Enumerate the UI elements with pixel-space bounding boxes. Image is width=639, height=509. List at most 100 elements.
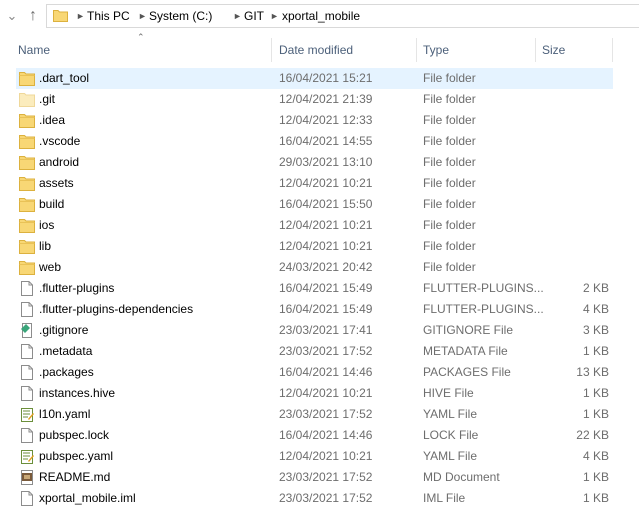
- folder-icon: [19, 156, 35, 170]
- file-date-modified: 16/04/2021 14:46: [279, 365, 373, 379]
- file-row[interactable]: lib 12/04/2021 10:21 File folder: [16, 236, 613, 257]
- file-type: PACKAGES File: [423, 365, 511, 379]
- file-row[interactable]: .flutter-plugins 16/04/2021 15:49 FLUTTER-…: [16, 278, 613, 299]
- file-row[interactable]: .git 12/04/2021 21:39 File folder: [16, 89, 613, 110]
- file-name: .vscode: [39, 134, 81, 148]
- file-size: 22 KB: [576, 428, 609, 442]
- file-type: FLUTTER-PLUGINS...: [423, 281, 543, 295]
- file-row[interactable]: assets 12/04/2021 10:21 File folder: [16, 173, 613, 194]
- file-type: File folder: [423, 176, 476, 190]
- md-file-icon: [21, 470, 33, 485]
- file-row[interactable]: instances.hive 12/04/2021 10:21 HIVE File 1…: [16, 383, 613, 404]
- file-icon: [21, 365, 33, 380]
- file-date-modified: 12/04/2021 12:33: [279, 113, 373, 127]
- file-name: assets: [39, 176, 74, 190]
- breadcrumb-this-pc[interactable]: This PC: [87, 5, 130, 27]
- file-name: .gitignore: [39, 323, 89, 337]
- file-size: 13 KB: [576, 365, 609, 379]
- file-row[interactable]: xportal_mobile.iml 23/03/2021 17:52 IML Fi…: [16, 488, 613, 509]
- breadcrumb-separator-icon[interactable]: ►: [138, 5, 147, 27]
- file-name: .dart_tool: [39, 71, 90, 85]
- file-name: .metadata: [39, 344, 93, 358]
- column-header-date[interactable]: Date modified: [279, 36, 353, 64]
- column-divider[interactable]: [271, 38, 272, 62]
- breadcrumb-separator-icon[interactable]: ►: [270, 5, 279, 27]
- file-type: GITIGNORE File: [423, 323, 514, 337]
- breadcrumb-git[interactable]: GIT: [244, 5, 264, 27]
- folder-icon: [19, 135, 35, 149]
- column-divider[interactable]: [612, 38, 613, 62]
- file-type: YAML File: [423, 449, 478, 463]
- column-header: ⌃ Name Date modified Type Size: [0, 32, 639, 64]
- up-arrow-icon[interactable]: ↑: [24, 7, 42, 25]
- file-name: android: [39, 155, 80, 169]
- file-icon: [21, 302, 33, 317]
- file-date-modified: 12/04/2021 21:39: [279, 92, 373, 106]
- file-size: 1 KB: [582, 344, 609, 358]
- file-row[interactable]: .metadata 23/03/2021 17:52 METADATA File 1 …: [16, 341, 613, 362]
- column-divider[interactable]: [535, 38, 536, 62]
- file-row[interactable]: README.md 23/03/2021 17:52 MD Document 1 KB: [16, 467, 613, 488]
- file-row[interactable]: .packages 16/04/2021 14:46 PACKAGES File 13…: [16, 362, 613, 383]
- file-type: File folder: [423, 92, 476, 106]
- file-type: HIVE File: [423, 386, 474, 400]
- column-header-type[interactable]: Type: [423, 36, 449, 64]
- gitignore-file-icon: [21, 323, 32, 338]
- file-size: 4 KB: [582, 449, 609, 463]
- file-row[interactable]: .flutter-plugins-dependencies 16/04/2021 …: [16, 299, 613, 320]
- file-size: 4 KB: [582, 302, 609, 316]
- file-size: [543, 131, 609, 152]
- file-row[interactable]: pubspec.lock 16/04/2021 14:46 LOCK File 22 …: [16, 425, 613, 446]
- address-bar-area: ⌄ ↑ ► This PC ► System (C:) ► GIT ► xpor…: [0, 0, 639, 32]
- file-type: FLUTTER-PLUGINS...: [423, 302, 543, 316]
- file-row[interactable]: android 29/03/2021 13:10 File folder: [16, 152, 613, 173]
- file-name: xportal_mobile.iml: [39, 491, 136, 505]
- column-header-name[interactable]: Name: [18, 36, 50, 64]
- breadcrumb-system-c[interactable]: System (C:): [149, 5, 212, 27]
- hidden-folder-icon: [19, 93, 35, 107]
- breadcrumb-separator-icon[interactable]: ►: [233, 5, 242, 27]
- file-date-modified: 23/03/2021 17:52: [279, 470, 373, 484]
- file-size: 1 KB: [582, 491, 609, 505]
- file-row[interactable]: l10n.yaml 23/03/2021 17:52 YAML File 1 KB: [16, 404, 613, 425]
- column-divider[interactable]: [416, 38, 417, 62]
- file-size: 1 KB: [582, 470, 609, 484]
- file-type: MD Document: [423, 470, 500, 484]
- file-size: [543, 236, 609, 257]
- breadcrumb-xportal-mobile[interactable]: xportal_mobile: [282, 5, 360, 27]
- chevron-down-icon[interactable]: ⌄: [3, 7, 21, 25]
- file-type: LOCK File: [423, 428, 479, 442]
- sort-ascending-icon: ⌃: [137, 32, 145, 42]
- file-row[interactable]: .gitignore 23/03/2021 17:41 GITIGNORE File…: [16, 320, 613, 341]
- file-date-modified: 16/04/2021 15:49: [279, 302, 373, 316]
- file-date-modified: 23/03/2021 17:52: [279, 491, 373, 505]
- file-row[interactable]: .dart_tool 16/04/2021 15:21 File folder: [16, 68, 613, 89]
- file-date-modified: 16/04/2021 15:21: [279, 71, 373, 85]
- file-date-modified: 12/04/2021 10:21: [279, 176, 373, 190]
- folder-icon: [19, 114, 35, 128]
- address-bar[interactable]: ► This PC ► System (C:) ► GIT ► xportal_…: [46, 4, 639, 28]
- file-row[interactable]: pubspec.yaml 12/04/2021 10:21 YAML File 4 K…: [16, 446, 613, 467]
- file-date-modified: 23/03/2021 17:52: [279, 344, 373, 358]
- file-date-modified: 24/03/2021 20:42: [279, 260, 373, 274]
- file-type: File folder: [423, 218, 476, 232]
- file-name: ios: [39, 218, 55, 232]
- file-size: [543, 68, 609, 89]
- file-row[interactable]: .vscode 16/04/2021 14:55 File folder: [16, 131, 613, 152]
- breadcrumb-separator-icon[interactable]: ►: [76, 5, 85, 27]
- file-row[interactable]: build 16/04/2021 15:50 File folder: [16, 194, 613, 215]
- file-name: .flutter-plugins: [39, 281, 115, 295]
- file-row[interactable]: ios 12/04/2021 10:21 File folder: [16, 215, 613, 236]
- file-row[interactable]: web 24/03/2021 20:42 File folder: [16, 257, 613, 278]
- file-size: [543, 215, 609, 236]
- file-name: instances.hive: [39, 386, 116, 400]
- file-type: METADATA File: [423, 344, 508, 358]
- file-type: IML File: [423, 491, 466, 505]
- file-name: lib: [39, 239, 52, 253]
- folder-icon: [53, 10, 68, 22]
- column-header-size[interactable]: Size: [542, 36, 565, 64]
- file-row[interactable]: .idea 12/04/2021 12:33 File folder: [16, 110, 613, 131]
- yaml-file-icon: [21, 450, 34, 464]
- file-name: web: [39, 260, 62, 274]
- file-name: l10n.yaml: [39, 407, 91, 421]
